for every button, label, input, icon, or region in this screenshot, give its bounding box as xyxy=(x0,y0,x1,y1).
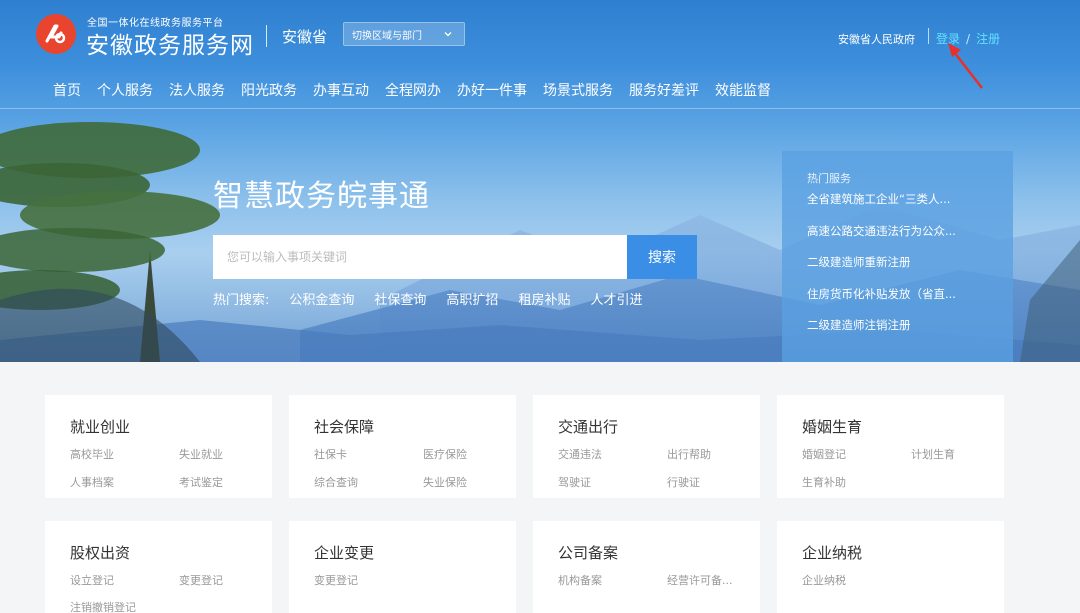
province-label: 安徽省 xyxy=(282,28,328,46)
divider xyxy=(266,25,267,47)
card-link[interactable]: 医疗保险 xyxy=(423,446,467,462)
service-card-employment[interactable]: 就业创业 高校毕业 失业就业 人事档案 考试鉴定 xyxy=(45,395,272,498)
card-title: 就业创业 xyxy=(70,418,131,436)
hot-search-term[interactable]: 高职扩招 xyxy=(446,289,498,308)
nav-item-online[interactable]: 全程网办 xyxy=(385,80,441,100)
nav-item-one-thing[interactable]: 办好一件事 xyxy=(457,80,527,100)
gov-link[interactable]: 安徽省人民政府 xyxy=(838,31,915,47)
nav-item-review[interactable]: 服务好差评 xyxy=(629,80,699,100)
service-card-equity[interactable]: 股权出资 设立登记 变更登记 注销撤销登记 xyxy=(45,521,272,613)
hot-search-term[interactable]: 社保查询 xyxy=(374,289,426,308)
nav-item-scenario[interactable]: 场景式服务 xyxy=(543,80,613,100)
card-link[interactable]: 变更登记 xyxy=(314,572,358,588)
card-link[interactable]: 综合查询 xyxy=(314,474,358,490)
logo-icon[interactable] xyxy=(36,14,76,54)
site-title[interactable]: 安徽政务服务网 xyxy=(86,26,254,60)
card-title: 交通出行 xyxy=(558,418,619,436)
hot-search-label: 热门搜索: xyxy=(213,293,270,308)
hot-services-title: 热门服务 xyxy=(807,172,851,185)
card-link[interactable]: 注销撤销登记 xyxy=(70,599,136,613)
card-link[interactable]: 考试鉴定 xyxy=(179,474,223,490)
nav-item-supervision[interactable]: 效能监督 xyxy=(715,80,771,100)
hero-banner: 全国一体化在线政务服务平台 安徽政务服务网 安徽省 切换区域与部门 安徽省人民政… xyxy=(0,0,1080,362)
nav-item-interaction[interactable]: 办事互动 xyxy=(313,80,369,100)
card-link[interactable]: 交通违法 xyxy=(558,446,602,462)
card-link[interactable]: 高校毕业 xyxy=(70,446,114,462)
nav-item-home[interactable]: 首页 xyxy=(53,80,81,100)
region-switch-dropdown[interactable]: 切换区域与部门 xyxy=(343,22,465,46)
hot-service-item[interactable]: 全省建筑施工企业“三类人... xyxy=(807,191,1002,207)
card-title: 社会保障 xyxy=(314,418,375,436)
card-title: 股权出资 xyxy=(70,544,131,562)
card-link[interactable]: 行驶证 xyxy=(667,474,700,490)
hot-search-term[interactable]: 人才引进 xyxy=(590,289,642,308)
hot-search-term[interactable]: 公积金查询 xyxy=(289,289,354,308)
nav-item-personal[interactable]: 个人服务 xyxy=(97,80,153,100)
annotation-arrow-icon xyxy=(948,43,983,89)
search-input[interactable] xyxy=(213,235,627,279)
card-link[interactable]: 驾驶证 xyxy=(558,474,591,490)
service-card-social-security[interactable]: 社会保障 社保卡 医疗保险 综合查询 失业保险 xyxy=(289,395,516,498)
hot-service-item[interactable]: 高速公路交通违法行为公众... xyxy=(807,223,1002,239)
main-nav: 首页 个人服务 法人服务 阳光政务 办事互动 全程网办 办好一件事 场景式服务 … xyxy=(53,80,787,100)
service-card-company-filing[interactable]: 公司备案 机构备案 经营许可备... xyxy=(533,521,760,613)
nav-item-transparency[interactable]: 阳光政务 xyxy=(241,80,297,100)
card-link[interactable]: 生育补助 xyxy=(802,474,846,490)
card-link[interactable]: 失业就业 xyxy=(179,446,223,462)
top-bar: 全国一体化在线政务服务平台 安徽政务服务网 安徽省 切换区域与部门 安徽省人民政… xyxy=(0,0,1080,89)
hot-service-item[interactable]: 二级建造师重新注册 xyxy=(807,254,1002,270)
card-link[interactable]: 设立登记 xyxy=(70,572,114,588)
nav-item-corporate[interactable]: 法人服务 xyxy=(169,80,225,100)
service-card-transport[interactable]: 交通出行 交通违法 出行帮助 驾驶证 行驶证 xyxy=(533,395,760,498)
search-button[interactable]: 搜索 xyxy=(627,235,697,279)
card-link[interactable]: 机构备案 xyxy=(558,572,602,588)
card-link[interactable]: 企业纳税 xyxy=(802,572,846,588)
card-link[interactable]: 变更登记 xyxy=(179,572,223,588)
card-link[interactable]: 经营许可备... xyxy=(667,572,733,588)
card-link[interactable]: 社保卡 xyxy=(314,446,347,462)
hot-service-item[interactable]: 二级建造师注销注册 xyxy=(807,317,1002,333)
card-title: 企业纳税 xyxy=(802,544,863,562)
chevron-down-icon xyxy=(444,32,452,37)
hot-service-item[interactable]: 住房货币化补贴发放（省直... xyxy=(807,286,1002,302)
card-link[interactable]: 人事档案 xyxy=(70,474,114,490)
hot-search-term[interactable]: 租房补贴 xyxy=(518,289,570,308)
card-link[interactable]: 失业保险 xyxy=(423,474,467,490)
service-card-enterprise-tax[interactable]: 企业纳税 企业纳税 xyxy=(777,521,1004,613)
service-card-marriage[interactable]: 婚姻生育 婚姻登记 计划生育 生育补助 xyxy=(777,395,1004,498)
hero-title: 智慧政务皖事通 xyxy=(213,179,430,214)
card-link[interactable]: 婚姻登记 xyxy=(802,446,846,462)
service-card-enterprise-change[interactable]: 企业变更 变更登记 xyxy=(289,521,516,613)
card-link[interactable]: 计划生育 xyxy=(911,446,955,462)
nav-divider xyxy=(0,108,1080,109)
hot-search: 热门搜索: 公积金查询 社保查询 高职扩招 租房补贴 人才引进 xyxy=(213,289,662,308)
card-title: 企业变更 xyxy=(314,544,375,562)
card-title: 婚姻生育 xyxy=(802,418,863,436)
card-link[interactable]: 出行帮助 xyxy=(667,446,711,462)
card-title: 公司备案 xyxy=(558,544,619,562)
hot-services-panel: 热门服务 全省建筑施工企业“三类人... 高速公路交通违法行为公众... 二级建… xyxy=(782,151,1013,362)
divider xyxy=(928,28,929,44)
region-switch-label: 切换区域与部门 xyxy=(352,30,422,42)
